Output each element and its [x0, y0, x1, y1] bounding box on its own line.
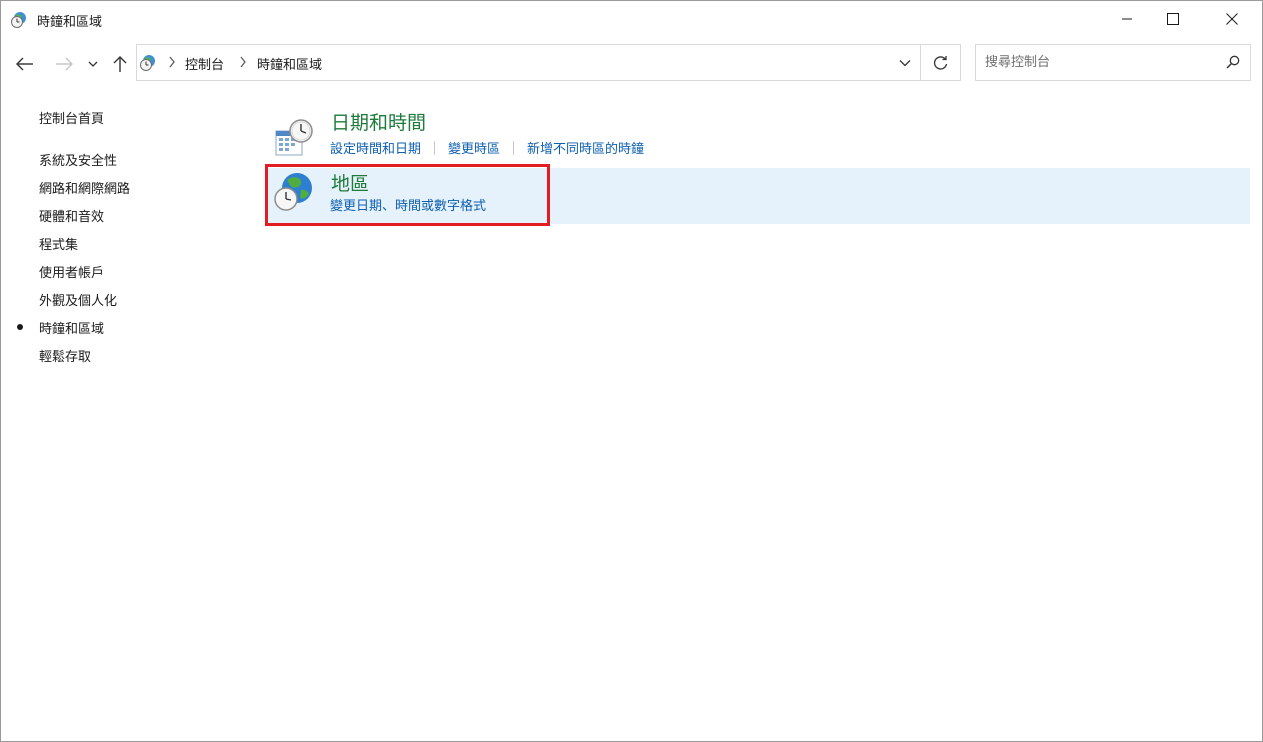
address-bar[interactable]: 控制台 時鐘和區域 — [136, 44, 961, 81]
up-arrow-icon — [113, 56, 127, 72]
active-indicator-bullet — [17, 324, 23, 330]
close-icon — [1226, 13, 1238, 25]
recent-locations-button[interactable] — [84, 53, 102, 75]
back-button[interactable] — [14, 53, 36, 75]
sidebar-item-system-security[interactable]: 系統及安全性 — [39, 150, 117, 169]
search-box[interactable] — [975, 44, 1251, 81]
sidebar-item-ease-of-access[interactable]: 輕鬆存取 — [39, 346, 91, 365]
sidebar-item-appearance[interactable]: 外觀及個人化 — [39, 290, 117, 309]
link-change-time-zone[interactable]: 變更時區 — [448, 138, 500, 157]
link-separator — [434, 140, 436, 155]
title-bar: 時鐘和區域 — [1, 1, 1262, 37]
minimize-button[interactable] — [1104, 1, 1150, 37]
back-arrow-icon — [16, 57, 33, 71]
control-panel-window: 時鐘和區域 控制台 時鐘和區域 搜尋控制台 控制台首頁 系統及安全性 網路和網際… — [0, 0, 1263, 742]
refresh-button[interactable] — [921, 45, 960, 80]
window-title: 時鐘和區域 — [37, 15, 103, 30]
minimize-icon — [1122, 18, 1132, 20]
maximize-button[interactable] — [1150, 1, 1196, 37]
sidebar-item-hardware-sound[interactable]: 硬體和音效 — [39, 206, 104, 225]
close-button[interactable] — [1209, 1, 1255, 37]
link-set-time-date[interactable]: 設定時間和日期 — [330, 138, 421, 157]
search-input[interactable] — [985, 53, 1215, 71]
category-title-date-time[interactable]: 日期和時間 — [331, 108, 426, 135]
link-add-clocks[interactable]: 新增不同時區的時鐘 — [527, 138, 644, 157]
breadcrumb-control-panel[interactable]: 控制台 — [185, 54, 224, 73]
link-separator — [513, 140, 515, 155]
forward-arrow-icon — [56, 57, 73, 71]
highlight-annotation-box — [265, 164, 550, 226]
sidebar-item-network-internet[interactable]: 網路和網際網路 — [39, 178, 130, 197]
sidebar-item-programs[interactable]: 程式集 — [39, 234, 78, 253]
control-panel-location-icon — [139, 54, 157, 72]
breadcrumb-separator-icon — [240, 56, 246, 68]
sidebar-item-control-panel-home[interactable]: 控制台首頁 — [39, 108, 104, 127]
category-date-time: 日期和時間 設定時間和日期 變更時區 新增不同時區的時鐘 — [265, 111, 1250, 167]
control-panel-clock-icon — [10, 11, 28, 29]
calendar-clock-icon — [273, 117, 315, 159]
sidebar-item-clock-region[interactable]: 時鐘和區域 — [39, 318, 104, 337]
breadcrumb-clock-and-region[interactable]: 時鐘和區域 — [257, 54, 322, 73]
forward-button[interactable] — [53, 53, 75, 75]
breadcrumb-separator-icon — [169, 56, 175, 68]
chevron-down-icon — [899, 59, 911, 66]
maximize-icon — [1167, 13, 1179, 25]
up-button[interactable] — [109, 53, 131, 75]
refresh-icon — [933, 55, 947, 70]
address-history-dropdown[interactable] — [890, 45, 920, 80]
category-links-date-time: 設定時間和日期 變更時區 新增不同時區的時鐘 — [330, 138, 644, 157]
sidebar-item-user-accounts[interactable]: 使用者帳戶 — [39, 262, 104, 281]
search-icon[interactable] — [1226, 55, 1240, 69]
chevron-down-icon — [88, 61, 98, 67]
